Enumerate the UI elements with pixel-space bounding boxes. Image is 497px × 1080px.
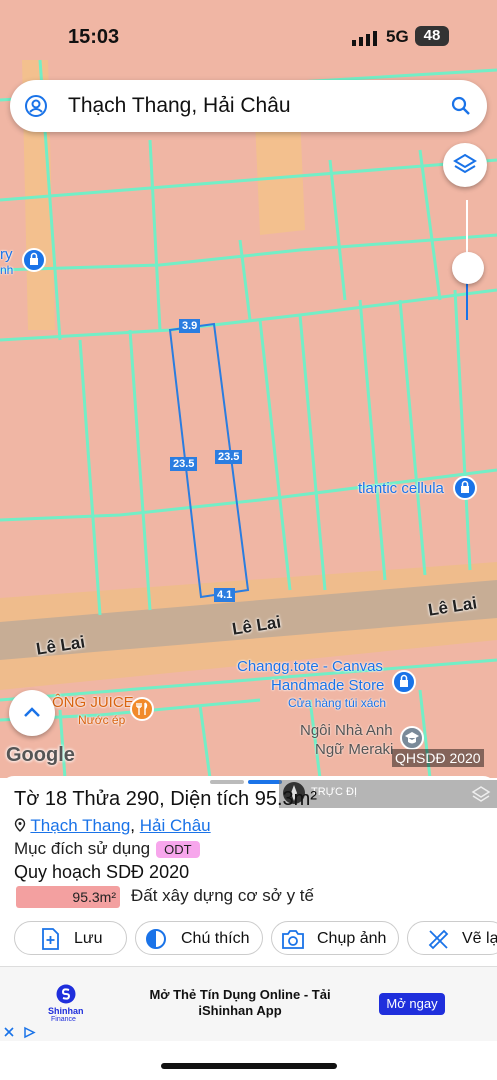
shop-icon[interactable]	[453, 476, 477, 500]
expand-up-button[interactable]	[9, 690, 55, 736]
status-time: 15:03	[68, 26, 120, 48]
poi-sublabel-juice: Nước ép	[78, 713, 126, 727]
save-icon	[42, 928, 59, 950]
draw-button[interactable]: Vẽ lạ	[407, 921, 497, 955]
draw-label: Vẽ lạ	[462, 930, 497, 947]
layer-label: QHSDĐ 2020	[392, 749, 484, 767]
ad-banner[interactable]: Shinhan Finance Mở Thẻ Tín Dụng Online -…	[0, 966, 497, 1041]
drag-handle-active[interactable]	[248, 780, 282, 784]
home-indicator[interactable]	[161, 1063, 337, 1069]
network-type: 5G	[386, 27, 409, 46]
legend-label: Chú thích	[181, 930, 250, 947]
poi-label-partial: nh	[0, 263, 14, 277]
ruler-icon	[428, 929, 449, 950]
screenshot-button[interactable]: Chụp ảnh	[271, 921, 399, 955]
poi-sublabel-changg: Cửa hàng túi xách	[288, 696, 387, 710]
restaurant-icon[interactable]	[130, 697, 154, 721]
legend-icon	[146, 929, 166, 949]
save-label: Lưu	[74, 930, 103, 947]
search-query[interactable]: Thạch Thang, Hải Châu	[68, 94, 291, 118]
poi-label-changg-2[interactable]: Handmade Store	[271, 677, 384, 694]
plan-area: 95.3m²	[16, 886, 120, 908]
status-bar: 15:03 5G 48	[0, 0, 497, 70]
ad-brand-sub: Finance	[51, 1016, 76, 1023]
camera-icon	[282, 930, 304, 949]
shop-icon[interactable]	[392, 670, 416, 694]
search-bar[interactable]: Thạch Thang, Hải Châu	[10, 80, 487, 132]
layers-stack-icon	[471, 786, 491, 802]
action-bar: Lưu Chú thích Chụp ảnh Vẽ lạ	[14, 921, 497, 957]
shinhan-logo-icon	[56, 984, 76, 1004]
poi-label-partial[interactable]: ry	[0, 246, 13, 263]
poi-label-ngoi-2[interactable]: Ngữ Meraki	[315, 741, 393, 758]
dimension-bottom: 4.1	[214, 588, 236, 602]
layers-button[interactable]	[443, 143, 487, 187]
search-icon[interactable]	[450, 95, 472, 117]
pin-icon	[14, 818, 26, 832]
account-icon[interactable]	[24, 94, 48, 118]
location-separator: ,	[130, 816, 136, 835]
save-button[interactable]: Lưu	[14, 921, 127, 955]
plan-purpose: Đất xây dựng cơ sở y tế	[131, 886, 314, 905]
parcel-title: Tờ 18 Thửa 290, Diện tích 95.3m²	[14, 788, 317, 810]
screenshot-label: Chụp ảnh	[317, 930, 387, 947]
poi-label-atlantic[interactable]: tlantic cellula	[358, 480, 444, 497]
ad-headline[interactable]: Mở Thẻ Tín Dụng Online - Tải iShinhan Ap…	[140, 987, 340, 1019]
shop-icon[interactable]	[22, 248, 46, 272]
ad-cta-button[interactable]: Mở ngay	[379, 993, 445, 1015]
parcel-info-panel: TRỰC ĐỊ Tờ 18 Thửa 290, Diện tích 95.3m²…	[0, 776, 497, 966]
drag-handle[interactable]	[210, 780, 244, 784]
parcel-location: Thạch Thang, Hải Châu	[14, 816, 211, 836]
school-icon[interactable]	[400, 726, 424, 750]
dimension-top: 3.9	[179, 319, 201, 333]
poi-label-ngoi[interactable]: Ngôi Nhà Anh	[300, 722, 393, 739]
layers-icon	[453, 153, 477, 174]
ad-brand: Shinhan	[48, 1006, 84, 1016]
plan-label: Quy hoạch SDĐ 2020	[14, 862, 190, 882]
ward-link[interactable]: Thạch Thang	[30, 816, 130, 835]
land-use-label: Mục đích sử dụng	[14, 839, 151, 858]
signal-icon	[352, 31, 377, 46]
opacity-slider-fill	[466, 280, 468, 320]
poi-label-juice[interactable]: ÔNG JUICE	[52, 694, 134, 711]
google-attribution: Google	[6, 744, 75, 766]
chevron-up-icon	[24, 707, 40, 717]
dimension-right: 23.5	[215, 450, 243, 464]
district-link[interactable]: Hải Châu	[140, 816, 211, 835]
land-use-badge: ODT	[156, 841, 200, 859]
opacity-slider-thumb[interactable]	[452, 252, 484, 284]
map-toggle-label: TRỰC ĐỊ	[311, 786, 358, 798]
battery-icon: 48	[415, 26, 449, 46]
ad-close-icon[interactable]	[3, 1026, 37, 1039]
land-use-row: Mục đích sử dụng ODT	[14, 839, 200, 859]
poi-label-changg[interactable]: Changg.tote - Canvas	[237, 658, 383, 675]
dimension-left: 23.5	[170, 457, 198, 471]
legend-button[interactable]: Chú thích	[135, 921, 263, 955]
